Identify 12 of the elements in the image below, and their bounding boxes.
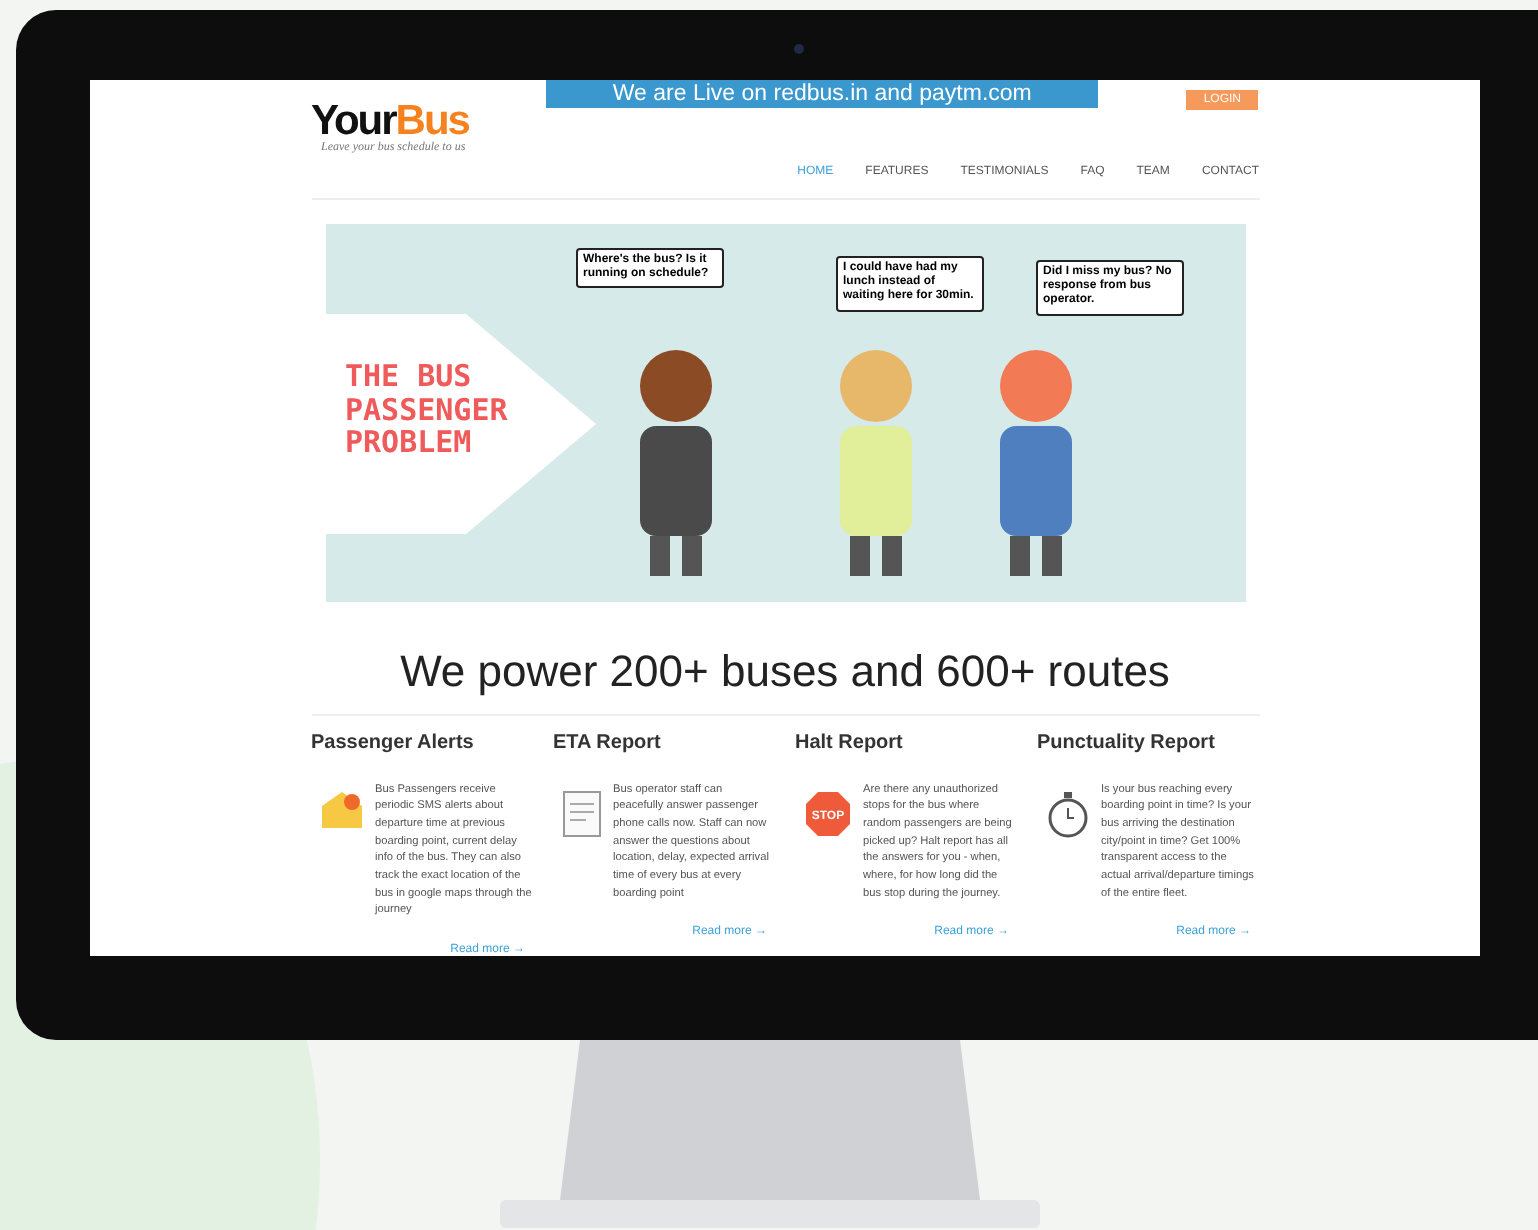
feature-title: ETA Report bbox=[553, 731, 663, 754]
stopwatch-icon bbox=[1045, 789, 1089, 838]
announcement-banner: We are Live on redbus.in and paytm.com bbox=[546, 80, 1099, 108]
hero-title: THE BUS PASSENGER PROBLEM bbox=[345, 360, 510, 459]
headline: We power 200+ buses and 600+ routes bbox=[311, 645, 1259, 716]
camera-icon bbox=[794, 44, 804, 54]
feature-title: Halt Report bbox=[795, 731, 905, 754]
document-icon bbox=[561, 789, 601, 838]
feature-title: Passenger Alerts bbox=[311, 731, 476, 754]
feature-title: Punctuality Report bbox=[1037, 731, 1217, 754]
logo[interactable]: YourBus bbox=[311, 100, 469, 142]
envelope-icon bbox=[319, 789, 363, 830]
